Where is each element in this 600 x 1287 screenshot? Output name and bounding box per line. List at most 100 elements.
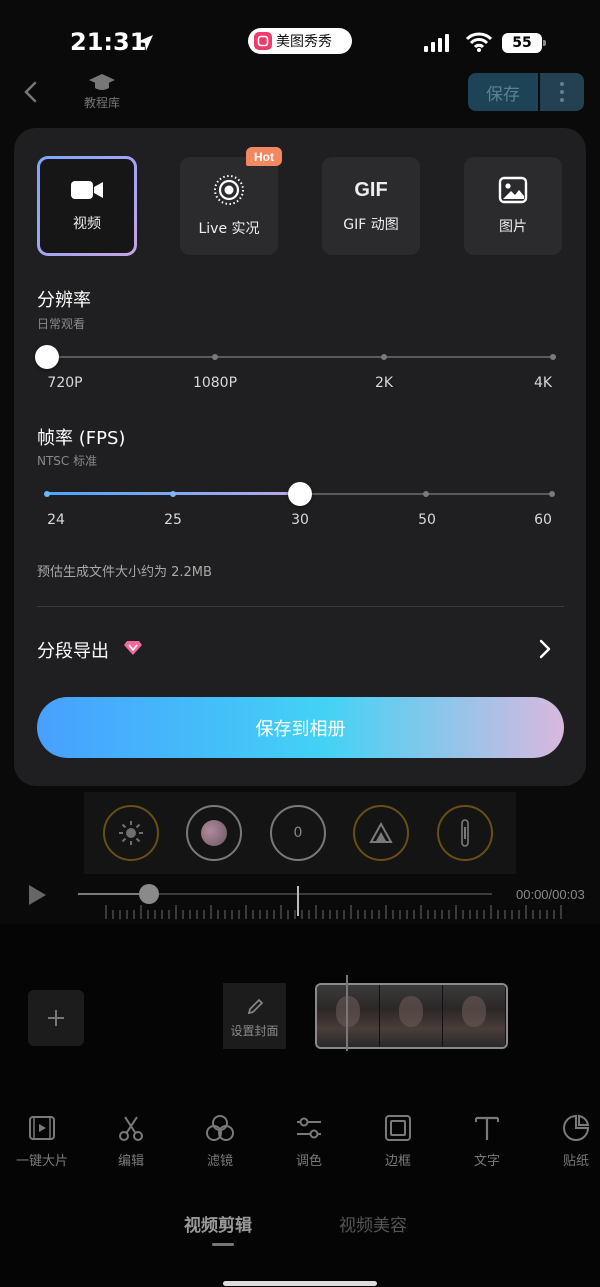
resolution-slider-knob[interactable] xyxy=(35,345,59,369)
framerate-option-25[interactable]: 25 xyxy=(133,512,213,528)
set-cover-button[interactable]: 设置封面 xyxy=(223,983,286,1049)
home-indicator xyxy=(223,1281,377,1286)
location-arrow-icon xyxy=(137,35,153,51)
brightness-tool[interactable] xyxy=(103,805,159,861)
tool-text[interactable]: 文字 xyxy=(452,1114,522,1169)
resolution-option-4k[interactable]: 4K xyxy=(503,375,583,391)
tutorial-label: 教程库 xyxy=(83,96,120,110)
format-video[interactable]: 视频 xyxy=(38,157,136,255)
sun-icon xyxy=(119,821,143,845)
sticker-icon xyxy=(563,1114,590,1141)
tool-adjust[interactable]: 调色 xyxy=(274,1114,344,1169)
timeline-ruler xyxy=(105,905,562,919)
frame-border-icon xyxy=(385,1115,411,1141)
graduation-cap-icon xyxy=(89,74,115,90)
format-image-label: 图片 xyxy=(499,219,527,235)
clip-thumbnails[interactable] xyxy=(315,983,508,1049)
color-tool[interactable] xyxy=(186,805,242,861)
tool-label: 文字 xyxy=(473,1154,500,1169)
app-pill[interactable]: 美图秀秀 xyxy=(248,28,352,54)
sliders-icon xyxy=(297,1117,321,1139)
tool-sticker[interactable]: 贴纸 xyxy=(541,1114,600,1169)
value-tool-label: 0 xyxy=(293,825,303,841)
back-chevron-icon[interactable] xyxy=(20,80,42,104)
tool-label: 边框 xyxy=(384,1154,411,1169)
framerate-title: 帧率 (FPS) xyxy=(37,428,126,449)
scissors-icon xyxy=(119,1116,143,1141)
divider xyxy=(37,606,564,607)
save-top-button[interactable]: 保存 xyxy=(468,73,538,111)
triangle-icon xyxy=(369,822,393,843)
tutorial-library-button[interactable]: 教程库 xyxy=(78,72,126,111)
value-tool[interactable]: 0 xyxy=(270,805,326,861)
playback-time: 00:00/00:03 xyxy=(516,887,585,902)
clip-frame xyxy=(380,985,443,1047)
tool-filter[interactable]: 滤镜 xyxy=(185,1114,255,1169)
resolution-slider-track[interactable] xyxy=(47,356,553,358)
format-live[interactable]: Live 实况 xyxy=(180,157,278,255)
tool-label: 滤镜 xyxy=(206,1154,233,1169)
framerate-slider-knob[interactable] xyxy=(288,482,312,506)
live-photo-icon xyxy=(214,175,244,205)
framerate-option-50[interactable]: 50 xyxy=(387,512,467,528)
format-gif-label: GIF 动图 xyxy=(343,216,399,233)
film-play-icon xyxy=(29,1116,55,1140)
resolution-title: 分辨率 xyxy=(37,290,91,311)
segment-export-row[interactable]: 分段导出 xyxy=(37,637,109,663)
tool-label: 一键大片 xyxy=(15,1154,68,1169)
clip-frame xyxy=(317,985,380,1047)
framerate-subtitle: NTSC 标准 xyxy=(37,454,98,468)
file-size-estimate: 预估生成文件大小约为 2.2MB xyxy=(37,565,212,580)
framerate-option-24[interactable]: 24 xyxy=(16,512,96,528)
framerate-tick xyxy=(170,491,176,497)
more-menu-button[interactable] xyxy=(540,73,584,111)
plus-icon xyxy=(48,1010,64,1026)
clip-frame xyxy=(443,985,506,1047)
tab-video-beauty[interactable]: 视频美容 xyxy=(339,1211,407,1236)
video-camera-icon xyxy=(71,181,103,199)
resolution-option-1080p[interactable]: 1080P xyxy=(175,375,255,391)
framerate-tick xyxy=(549,491,555,497)
play-icon[interactable] xyxy=(26,883,48,907)
tool-edit[interactable]: 编辑 xyxy=(96,1114,166,1169)
format-image[interactable]: 图片 xyxy=(464,157,562,255)
tool-one-click[interactable]: 一键大片 xyxy=(7,1114,77,1169)
pencil-icon xyxy=(247,998,263,1015)
resolution-tick xyxy=(381,354,387,360)
more-vertical-icon xyxy=(560,82,564,102)
tool-label: 贴纸 xyxy=(562,1154,589,1169)
tool-border[interactable]: 边框 xyxy=(363,1114,433,1169)
filter-circles-icon xyxy=(206,1115,234,1141)
save-to-album-button[interactable]: 保存到相册 xyxy=(37,697,564,758)
framerate-option-30[interactable]: 30 xyxy=(260,512,340,528)
hot-badge: Hot xyxy=(246,147,282,166)
timeline-playhead[interactable] xyxy=(346,975,348,1051)
segment-export-label: 分段导出 xyxy=(37,641,109,662)
thermometer-icon xyxy=(461,819,469,847)
format-video-label: 视频 xyxy=(73,216,101,232)
meitu-logo-icon xyxy=(254,32,272,50)
resolution-tick xyxy=(550,354,556,360)
gif-icon: GIF xyxy=(354,178,388,201)
resolution-option-720p[interactable]: 720P xyxy=(25,375,105,391)
framerate-tick xyxy=(423,491,429,497)
framerate-tick xyxy=(44,491,50,497)
framerate-option-60[interactable]: 60 xyxy=(503,512,583,528)
format-gif[interactable]: GIF GIF 动图 xyxy=(322,157,420,255)
editor-bottom-area xyxy=(0,924,600,1287)
image-icon xyxy=(498,176,528,204)
tab-video-edit[interactable]: 视频剪辑 xyxy=(184,1211,252,1236)
wifi-icon xyxy=(466,32,492,52)
sharpen-tool[interactable] xyxy=(353,805,409,861)
add-clip-button[interactable] xyxy=(28,990,84,1046)
status-time: 21:31 xyxy=(70,28,147,56)
set-cover-label: 设置封面 xyxy=(230,1024,279,1038)
chevron-right-icon[interactable] xyxy=(538,638,552,660)
text-t-icon xyxy=(475,1116,499,1140)
playback-progress-knob[interactable] xyxy=(139,884,159,904)
battery-indicator: 55 xyxy=(502,33,546,53)
temperature-tool[interactable] xyxy=(437,805,493,861)
resolution-option-2k[interactable]: 2K xyxy=(344,375,424,391)
resolution-tick xyxy=(212,354,218,360)
format-live-label: Live 实况 xyxy=(198,221,260,237)
